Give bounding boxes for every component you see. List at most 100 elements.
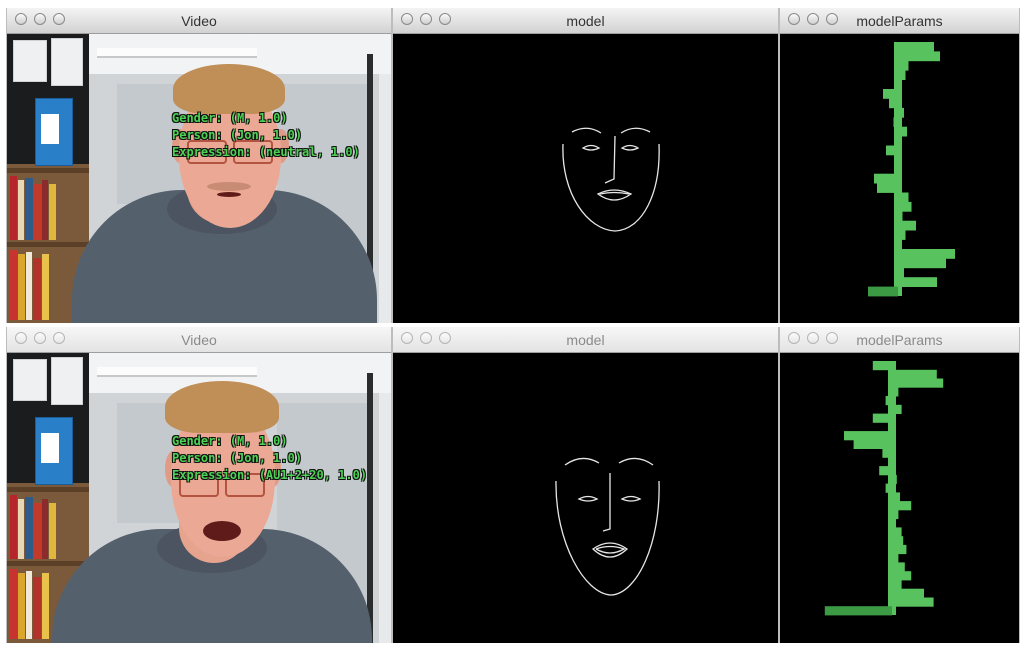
param-bar: [898, 192, 909, 203]
window-title: model: [566, 13, 605, 29]
mouth-inner: [595, 545, 626, 554]
video-titlebar-1[interactable]: Video: [7, 8, 391, 34]
model-window-1[interactable]: model: [392, 8, 779, 323]
gender-label: Gender: (M, 1.0): [172, 111, 288, 125]
model-canvas-1: [393, 34, 778, 323]
face-outline: [562, 143, 660, 232]
params-window-2[interactable]: modelParams: [779, 327, 1020, 643]
param-bar: [898, 258, 946, 269]
param-bar: [892, 509, 899, 520]
nose: [604, 135, 616, 184]
video-window-2[interactable]: Video Gender: (M, 1.0) Person: (Jon, 1.0…: [6, 327, 392, 643]
param-bar: [877, 183, 898, 193]
param-bar: [879, 466, 892, 476]
param-bar: [898, 79, 901, 90]
param-bar: [872, 413, 892, 423]
param-bar: [892, 492, 900, 502]
window-title: modelParams: [856, 13, 943, 29]
left-eye: [577, 495, 599, 502]
param-bar: [898, 220, 916, 231]
param-bar: [892, 588, 924, 598]
param-bar: [898, 42, 934, 52]
params-titlebar-1[interactable]: modelParams: [780, 8, 1019, 34]
param-bar: [892, 544, 907, 555]
param-bar: [892, 422, 894, 432]
param-bar: [888, 518, 892, 528]
person-label: Person: (Jon, 1.0): [172, 451, 303, 465]
mouth-inner: [599, 191, 630, 195]
param-bar: [898, 230, 906, 240]
right-eye: [620, 144, 640, 151]
param-bar: [882, 448, 892, 458]
video-window-1[interactable]: Video Gender: (M, 1.0) Person: (Jon, 1.0…: [6, 8, 392, 323]
face-outline: [555, 480, 660, 596]
param-bar: [898, 239, 901, 250]
param-bar: [898, 201, 912, 212]
param-bar: [892, 501, 912, 511]
model-canvas-2: [393, 353, 778, 643]
param-bar: [885, 483, 892, 493]
gender-label: Gender: (M, 1.0): [172, 434, 288, 448]
person-label: Person: (Jon, 1.0): [172, 128, 303, 142]
param-bar: [892, 474, 897, 485]
office-background: [7, 34, 391, 323]
params-canvas-2: [780, 353, 1019, 643]
param-bar: [872, 361, 892, 371]
left-eyebrow: [571, 127, 602, 134]
param-bar: [892, 457, 896, 467]
model-titlebar-1[interactable]: model: [393, 8, 778, 34]
param-bar: [898, 211, 903, 222]
params-window-1[interactable]: modelParams: [779, 8, 1020, 323]
right-eyebrow: [620, 127, 651, 134]
param-bar: [892, 597, 934, 607]
param-bar: [892, 527, 902, 537]
person: [7, 353, 391, 643]
window-title: Video: [181, 332, 217, 348]
param-bar: [892, 571, 912, 581]
window-title: Video: [181, 13, 217, 29]
right-eyebrow: [618, 457, 654, 466]
param-bar: [885, 396, 892, 406]
param-bar: [844, 431, 892, 441]
param-bar: [895, 164, 898, 175]
face-model-wireframe: [555, 457, 660, 596]
param-bar: [892, 378, 944, 388]
param-bar: [892, 580, 902, 590]
classification-overlay: Gender: (M, 1.0) Person: (Jon, 1.0) Expr…: [172, 110, 360, 161]
param-bar: [868, 286, 898, 297]
expression-label: Expression: (neutral, 1.0): [172, 145, 360, 159]
window-title: modelParams: [856, 332, 943, 348]
office-background: [7, 353, 391, 643]
param-bar: [892, 536, 904, 546]
right-eye: [620, 495, 642, 502]
param-bar: [874, 173, 898, 184]
param-bar: [892, 404, 902, 414]
expression-label: Expression: (AU1+2+20, 1.0): [172, 468, 368, 482]
param-bar: [898, 51, 940, 62]
left-eyebrow: [564, 457, 600, 466]
model-params-bar-chart: [824, 361, 944, 616]
webcam-frame-1: Gender: (M, 1.0) Person: (Jon, 1.0) Expr…: [7, 34, 391, 323]
param-bar: [898, 277, 937, 287]
param-bar: [898, 60, 909, 71]
param-bar: [898, 126, 907, 137]
param-bar: [898, 70, 906, 80]
model-window-2[interactable]: model: [392, 327, 779, 643]
param-bar: [898, 249, 955, 259]
param-bar: [892, 387, 899, 397]
param-bar: [898, 107, 904, 118]
video-titlebar-2[interactable]: Video: [7, 327, 391, 353]
classification-overlay: Gender: (M, 1.0) Person: (Jon, 1.0) Expr…: [172, 433, 367, 484]
person: [7, 34, 391, 323]
face-model-wireframe: [562, 127, 660, 232]
param-bar: [883, 89, 898, 99]
params-titlebar-2[interactable]: modelParams: [780, 327, 1019, 353]
model-titlebar-2[interactable]: model: [393, 327, 778, 353]
param-bar: [892, 562, 905, 572]
param-bar: [892, 553, 899, 563]
mouth: [596, 189, 633, 201]
params-canvas-1: [780, 34, 1019, 323]
param-bar: [886, 145, 898, 156]
param-bar: [893, 117, 898, 128]
param-bar: [898, 154, 901, 165]
